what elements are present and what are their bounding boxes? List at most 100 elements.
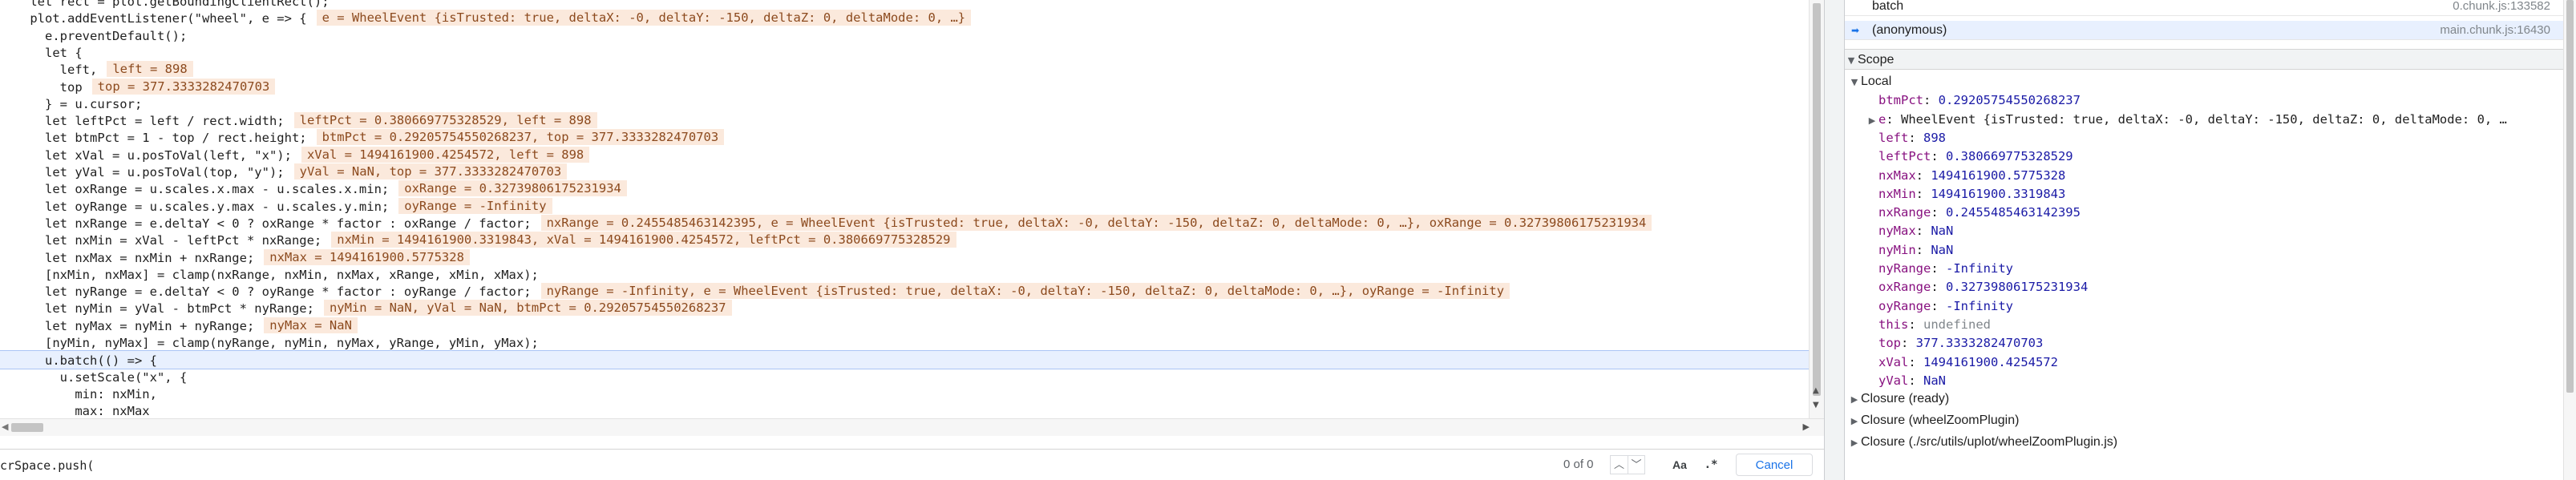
variable-name: nxRange — [1878, 205, 1931, 220]
name-value-separator: : — [1915, 186, 1931, 201]
scroll-up-arrow-icon[interactable]: ▲ — [1813, 386, 1819, 395]
current-frame-arrow-icon: ➡ — [1851, 25, 1860, 36]
variable-name: btmPct — [1878, 93, 1923, 108]
call-stack-frame[interactable]: ➡ (anonymous) main.chunk.js:16430 — [1845, 21, 2563, 40]
name-value-separator: : — [1915, 167, 1931, 183]
sidebar-vertical-scrollbar[interactable] — [2563, 0, 2576, 480]
variable-value: 0.2455485463142395 — [1946, 205, 2081, 220]
variable-name: nxMax — [1878, 167, 1916, 183]
inline-value-annotation: nyRange = -Infinity, e = WheelEvent {isT… — [540, 283, 1510, 300]
variable-value: 0.380669775328529 — [1946, 149, 2073, 164]
search-input[interactable] — [0, 456, 1523, 475]
inline-value-annotation: nxRange = 0.2455485463142395, e = WheelE… — [540, 214, 1652, 231]
scope-variable[interactable]: nyMax: NaN — [1878, 221, 1953, 240]
scope-variable[interactable]: btmPct: 0.29205754550268237 — [1878, 91, 2081, 110]
code-text: [nxMin, nxMax] = clamp(nxRange, nxMin, n… — [0, 267, 539, 282]
code-horizontal-scroll-thumb[interactable] — [11, 423, 43, 432]
search-bar: 0 of 0 ︿ ﹀ Aa .* Cancel — [0, 449, 1824, 480]
code-text: let nxMax = nxMin + nxRange; — [0, 250, 255, 265]
variable-value: 898 — [1923, 130, 1946, 145]
variable-name: oxRange — [1878, 280, 1931, 295]
inline-value-annotation: nyMax = NaN — [264, 317, 358, 333]
scope-variable[interactable]: oyRange: -Infinity — [1878, 296, 2013, 316]
frame-function-name: batch — [1872, 0, 1904, 13]
scope-variable[interactable]: yVal: NaN — [1878, 371, 1946, 390]
inline-value-annotation: left = 898 — [107, 61, 193, 78]
collapse-triangle-icon[interactable]: ▼ — [1845, 50, 1858, 71]
scope-variable[interactable]: this: undefined — [1878, 315, 1991, 334]
code-text: [nyMin, nyMax] = clamp(nyRange, nyMin, n… — [0, 336, 539, 350]
code-text: let nyMin = yVal - btmPct * nyRange; — [0, 301, 314, 317]
code-text: let nyRange = e.deltaY < 0 ? oyRange * f… — [0, 284, 532, 300]
scope-local-section[interactable]: ▼ Local — [1848, 72, 1891, 91]
variable-value: NaN — [1931, 224, 1954, 239]
code-text: left, — [0, 63, 98, 78]
scope-closure-section[interactable]: ▶ Closure (./src/utils/uplot/wheelZoomPlu… — [1848, 433, 2117, 452]
name-value-separator: : — [1931, 280, 1946, 295]
scope-variable[interactable]: xVal: 1494161900.4254572 — [1878, 353, 2058, 372]
name-value-separator: : — [1915, 224, 1931, 239]
frame-source-location[interactable]: 0.chunk.js:133582 — [2453, 0, 2550, 16]
code-text: let { — [0, 45, 83, 60]
variable-name: nyMax — [1878, 224, 1916, 239]
variable-value: 0.29205754550268237 — [1938, 93, 2081, 108]
name-value-separator: : — [1908, 317, 1923, 332]
name-value-separator: : — [1886, 111, 1902, 127]
scope-variable[interactable]: nyMin: NaN — [1878, 240, 1953, 260]
scope-variable[interactable]: nyRange: -Infinity — [1878, 259, 2013, 278]
code-text: min: nxMin, — [0, 386, 157, 401]
closure-label: Closure (ready) — [1861, 392, 1950, 406]
variable-value: -Infinity — [1946, 298, 2013, 313]
call-stack-frame[interactable]: batch 0.chunk.js:133582 — [1845, 0, 2563, 16]
variable-value: 1494161900.4254572 — [1923, 354, 2058, 369]
frame-function-name: (anonymous) — [1872, 23, 1947, 37]
name-value-separator: : — [1908, 130, 1923, 145]
scope-variable[interactable]: left: 898 — [1878, 128, 1946, 147]
next-match-icon[interactable]: ﹀ — [1628, 455, 1645, 474]
regex-button[interactable]: .* — [1700, 455, 1722, 474]
panel-splitter[interactable] — [1824, 0, 1845, 480]
variable-name: this — [1878, 317, 1909, 332]
variable-value: 377.3333282470703 — [1915, 336, 2044, 351]
name-value-separator: : — [1923, 93, 1939, 108]
inline-value-annotation: leftPct = 0.380669775328529, left = 898 — [293, 112, 597, 129]
source-code-editor[interactable]: let rect = plot.getBoundingClientRect();… — [0, 0, 1809, 417]
variable-value: NaN — [1923, 373, 1946, 388]
scope-variable[interactable]: nxMin: 1494161900.3319843 — [1878, 184, 2065, 204]
scope-variable[interactable]: oxRange: 0.32739806175231934 — [1878, 277, 2088, 296]
variable-name: e — [1878, 111, 1887, 127]
scope-variable[interactable]: top: 377.3333282470703 — [1878, 333, 2043, 353]
inline-value-annotation: btmPct = 0.29205754550268237, top = 377.… — [316, 129, 725, 146]
variable-name: nxMin — [1878, 186, 1916, 201]
variable-value: NaN — [1931, 242, 1954, 257]
variable-value: WheelEvent {isTrusted: true, deltaX: -0,… — [1901, 111, 2507, 127]
code-line[interactable]: max: nxMax — [0, 401, 1809, 417]
scroll-left-arrow-icon[interactable]: ◀ — [2, 422, 8, 432]
collapse-triangle-icon[interactable]: ▼ — [1848, 73, 1861, 92]
scope-closure-section[interactable]: ▶ Closure (wheelZoomPlugin) — [1848, 411, 2020, 431]
frame-source-location[interactable]: main.chunk.js:16430 — [2440, 21, 2550, 40]
cancel-button[interactable]: Cancel — [1736, 454, 1813, 476]
code-vertical-scroll-thumb[interactable] — [1813, 3, 1821, 396]
code-horizontal-scrollbar[interactable]: ◀ ▶ — [0, 418, 1824, 436]
scroll-down-arrow-icon[interactable]: ▼ — [1813, 401, 1819, 409]
variable-name: left — [1878, 130, 1909, 145]
expand-triangle-icon[interactable]: ▶ — [1848, 434, 1861, 453]
code-text: let nxMin = xVal - leftPct * nxRange; — [0, 233, 322, 248]
code-vertical-scrollbar[interactable]: ▲ ▼ — [1809, 0, 1824, 418]
scope-variable[interactable]: nxMax: 1494161900.5775328 — [1878, 166, 2065, 185]
code-text: let nxRange = e.deltaY < 0 ? oxRange * f… — [0, 216, 532, 231]
scope-closure-section[interactable]: ▶ Closure (ready) — [1848, 389, 1950, 409]
expand-triangle-icon[interactable]: ▶ — [1866, 111, 1878, 131]
sidebar-scroll-thumb[interactable] — [2566, 0, 2574, 393]
previous-match-icon[interactable]: ︿ — [1610, 455, 1628, 474]
scope-variable[interactable]: leftPct: 0.380669775328529 — [1878, 147, 2073, 166]
match-case-button[interactable]: Aa — [1668, 455, 1692, 474]
scope-variable[interactable]: ▶ e: WheelEvent {isTrusted: true, deltaX:… — [1866, 110, 2507, 129]
scroll-right-arrow-icon[interactable]: ▶ — [1803, 422, 1810, 432]
expand-triangle-icon[interactable]: ▶ — [1848, 412, 1861, 431]
expand-triangle-icon[interactable]: ▶ — [1848, 390, 1861, 409]
inline-value-annotation: yVal = NaN, top = 377.3333282470703 — [293, 163, 568, 179]
scope-section-header[interactable]: ▼ Scope — [1845, 49, 2563, 70]
scope-variable[interactable]: nxRange: 0.2455485463142395 — [1878, 203, 2081, 222]
